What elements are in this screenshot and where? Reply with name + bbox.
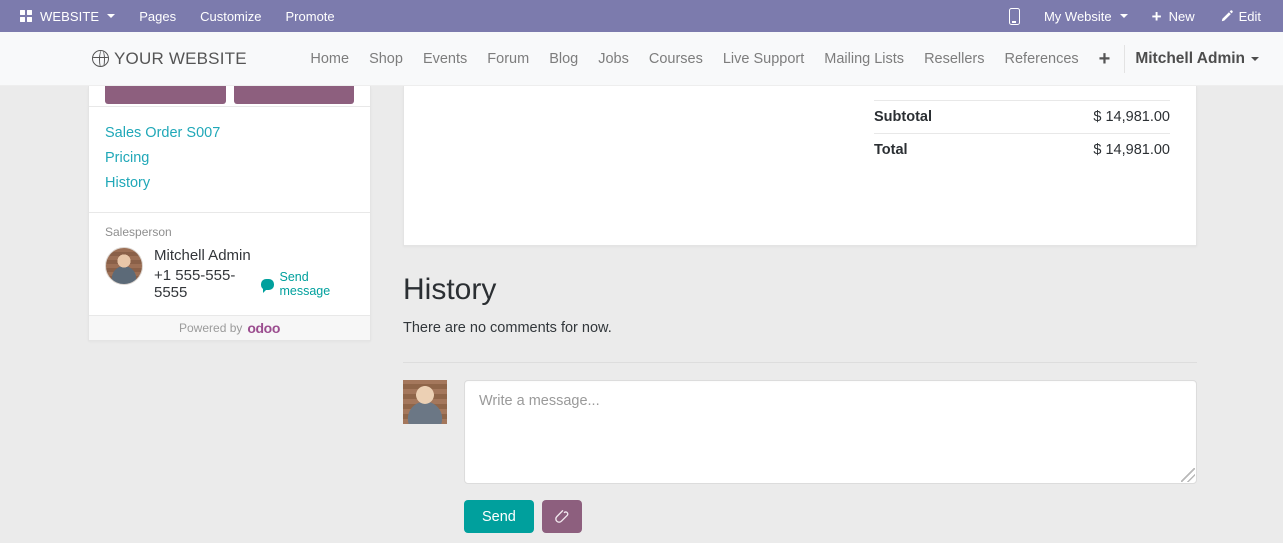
page-body: Sales Order S007 Pricing History Salespe… bbox=[0, 86, 1283, 543]
salesperson-info: Mitchell Admin +1 555-555-5555 Send mess… bbox=[154, 245, 354, 301]
message-input[interactable]: Write a message... bbox=[464, 380, 1197, 484]
site-logo[interactable]: YOUR WEBSITE bbox=[92, 49, 247, 69]
powered-by-label: Powered by bbox=[179, 321, 243, 335]
edit-button[interactable]: Edit bbox=[1207, 0, 1273, 32]
website-navbar: YOUR WEBSITE Home Shop Events Forum Blog… bbox=[0, 32, 1283, 86]
nav-item-jobs[interactable]: Jobs bbox=[588, 45, 639, 73]
odoo-logo: odoo bbox=[247, 320, 280, 336]
history-empty-message: There are no comments for now. bbox=[403, 320, 612, 336]
new-button-label: New bbox=[1168, 8, 1195, 24]
order-summary-card: Subtotal $ 14,981.00 Total $ 14,981.00 bbox=[403, 86, 1197, 246]
salesperson-card: Salesperson Mitchell Admin +1 555-555-55… bbox=[89, 212, 370, 315]
mobile-preview-icon bbox=[1008, 7, 1020, 25]
composer-avatar bbox=[403, 380, 447, 424]
sidebar-action-buttons bbox=[89, 86, 370, 106]
caret-down-icon bbox=[1119, 14, 1128, 18]
totals-row-subtotal: Subtotal $ 14,981.00 bbox=[874, 100, 1170, 133]
user-menu[interactable]: Mitchell Admin bbox=[1131, 44, 1263, 74]
attach-file-button[interactable] bbox=[541, 500, 582, 533]
nav-item-mailing-lists[interactable]: Mailing Lists bbox=[814, 45, 914, 73]
sidebar-link-pricing[interactable]: Pricing bbox=[105, 146, 370, 171]
pencil-icon bbox=[1221, 9, 1233, 21]
resize-grip-icon[interactable] bbox=[1181, 468, 1195, 482]
nav-item-live-support[interactable]: Live Support bbox=[713, 45, 814, 73]
total-label: Total bbox=[874, 142, 908, 158]
sidebar-link-sales-order[interactable]: Sales Order S007 bbox=[105, 121, 370, 146]
order-sidebar: Sales Order S007 Pricing History Salespe… bbox=[88, 86, 371, 341]
site-selector-label: My Website bbox=[1043, 8, 1112, 24]
site-logo-label: YOUR WEBSITE bbox=[114, 48, 247, 68]
salesperson-contact-row: +1 555-555-5555 Send message bbox=[154, 267, 354, 301]
subtotal-label: Subtotal bbox=[874, 109, 932, 125]
nav-item-blog[interactable]: Blog bbox=[539, 45, 588, 73]
mobile-preview-button[interactable] bbox=[997, 0, 1032, 32]
sidebar-primary-action-button[interactable] bbox=[105, 86, 226, 104]
brand-area: YOUR WEBSITE bbox=[0, 32, 300, 86]
nav-item-forum[interactable]: Forum bbox=[477, 45, 539, 73]
topbar-item-customize-label: Customize bbox=[200, 8, 262, 24]
nav-divider bbox=[1124, 44, 1126, 73]
edit-button-label: Edit bbox=[1238, 8, 1261, 24]
salesperson-avatar bbox=[105, 247, 143, 285]
add-menu-item-icon[interactable]: + bbox=[1089, 49, 1121, 69]
topbar-item-customize[interactable]: Customize bbox=[188, 0, 273, 32]
nav-item-references[interactable]: References bbox=[995, 45, 1089, 73]
totals-row-total: Total $ 14,981.00 bbox=[874, 133, 1170, 166]
site-selector[interactable]: My Website bbox=[1032, 0, 1140, 32]
paperclip-icon bbox=[555, 509, 569, 523]
topbar-left-group: WEBSITE Pages Customize Promote bbox=[8, 0, 347, 32]
caret-down-icon bbox=[1251, 56, 1259, 61]
topbar-item-pages[interactable]: Pages bbox=[127, 0, 188, 32]
powered-by-footer: Powered by odoo bbox=[89, 315, 370, 340]
new-button[interactable]: + New bbox=[1140, 0, 1207, 32]
order-totals: Subtotal $ 14,981.00 Total $ 14,981.00 bbox=[874, 100, 1170, 166]
send-button[interactable]: Send bbox=[464, 500, 534, 533]
chat-bubble-icon bbox=[261, 278, 275, 293]
nav-item-courses[interactable]: Courses bbox=[639, 45, 713, 73]
composer-divider bbox=[403, 362, 1197, 363]
nav-item-events[interactable]: Events bbox=[413, 45, 477, 73]
nav-item-shop[interactable]: Shop bbox=[359, 45, 413, 73]
send-message-link[interactable]: Send message bbox=[279, 270, 354, 298]
topbar-right-group: My Website + New Edit bbox=[997, 0, 1273, 32]
salesperson-name: Mitchell Admin bbox=[154, 247, 251, 264]
composer-actions: Send bbox=[464, 500, 1197, 533]
topbar-item-pages-label: Pages bbox=[139, 8, 177, 24]
caret-down-icon bbox=[107, 14, 116, 18]
nav-item-home[interactable]: Home bbox=[300, 45, 359, 73]
sidebar-link-history[interactable]: History bbox=[105, 171, 370, 196]
apps-grid-icon bbox=[20, 10, 32, 22]
history-section: History There are no comments for now. W… bbox=[403, 272, 1197, 533]
history-heading: History bbox=[403, 273, 497, 306]
globe-icon bbox=[92, 50, 109, 67]
salesperson-phone: +1 555-555-5555 bbox=[154, 267, 236, 301]
message-composer: Write a message... bbox=[403, 380, 1197, 484]
topbar-item-promote-label: Promote bbox=[285, 8, 335, 24]
salesperson-section-label: Salesperson bbox=[105, 225, 172, 239]
primary-nav: Home Shop Events Forum Blog Jobs Courses… bbox=[300, 44, 1263, 74]
topbar-website-label: WEBSITE bbox=[40, 8, 100, 24]
plus-icon: + bbox=[1151, 6, 1162, 26]
odoo-top-bar: WEBSITE Pages Customize Promote My Websi… bbox=[0, 0, 1283, 32]
topbar-item-promote[interactable]: Promote bbox=[274, 0, 347, 32]
user-menu-label: Mitchell Admin bbox=[1135, 49, 1245, 67]
total-value: $ 14,981.00 bbox=[1093, 142, 1170, 158]
sidebar-links: Sales Order S007 Pricing History bbox=[89, 106, 370, 212]
subtotal-value: $ 14,981.00 bbox=[1093, 109, 1170, 125]
salesperson-row: Mitchell Admin +1 555-555-5555 Send mess… bbox=[105, 245, 354, 301]
sidebar-secondary-action-button[interactable] bbox=[233, 86, 354, 104]
nav-item-resellers[interactable]: Resellers bbox=[914, 45, 994, 73]
topbar-website-menu[interactable]: WEBSITE bbox=[8, 0, 127, 32]
